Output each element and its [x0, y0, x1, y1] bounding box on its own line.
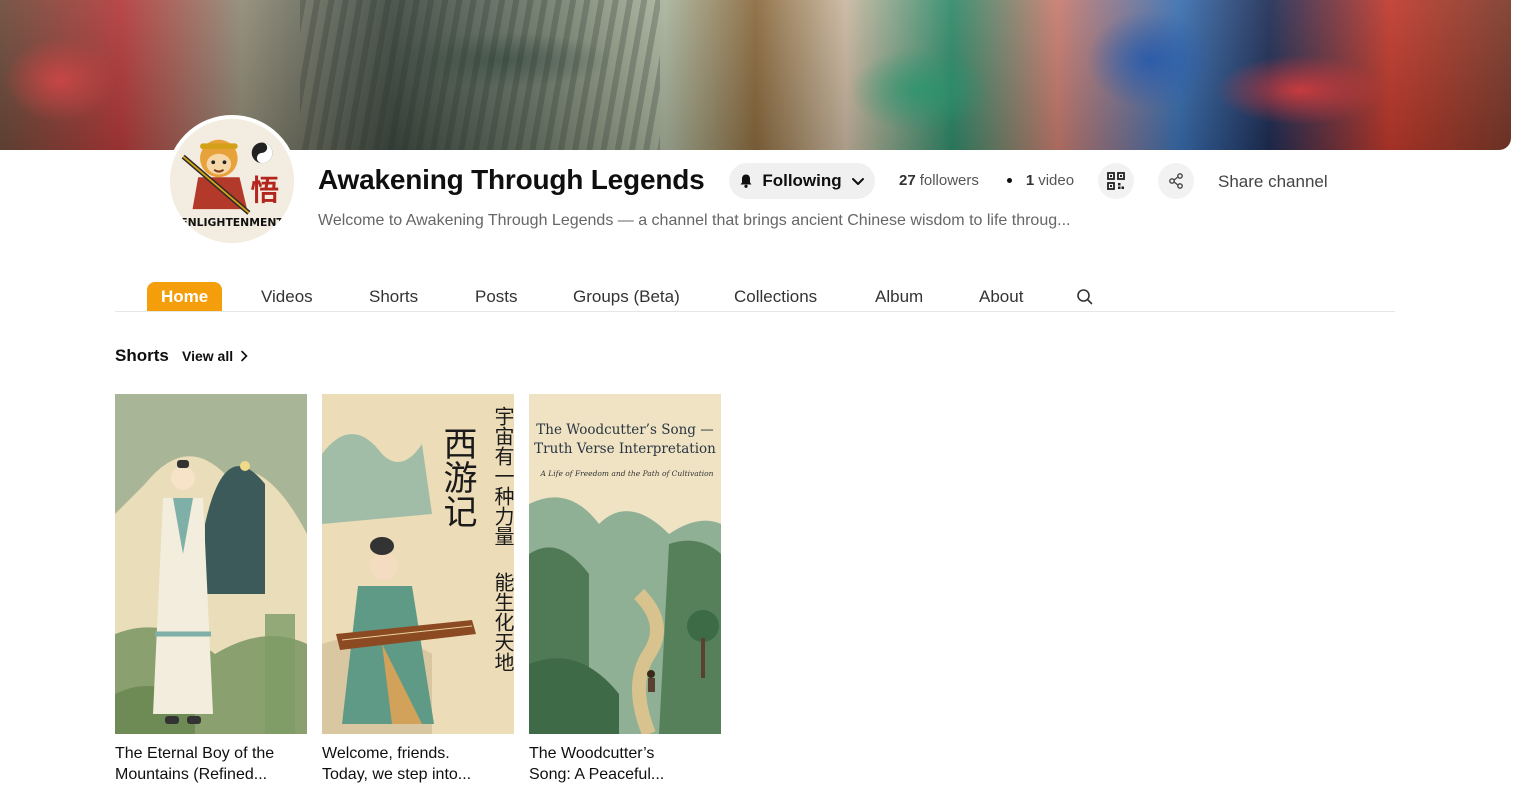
- banner-texture: [300, 0, 660, 150]
- followers-count: 27: [899, 172, 916, 189]
- view-all-link[interactable]: View all: [182, 348, 249, 364]
- channel-avatar[interactable]: 悟 ENLIGHTENMENT: [166, 115, 298, 247]
- tab-posts[interactable]: Posts: [475, 282, 518, 311]
- thumb-verse-text: 宇宙有一种力量: [491, 406, 514, 546]
- channel-stats: 27 followers 1 video: [899, 172, 1074, 189]
- chevron-down-icon: [851, 178, 864, 185]
- share-button[interactable]: [1158, 163, 1194, 199]
- share-channel-link[interactable]: Share channel: [1218, 172, 1328, 192]
- short-title-line: Mountains (Refined...: [115, 766, 268, 783]
- share-icon: [1169, 173, 1183, 189]
- thumb-title-text: Truth Verse Interpretation: [534, 441, 716, 457]
- thumb-title-text: The Woodcutter’s Song —: [536, 422, 713, 438]
- short-title[interactable]: The Eternal Boy of the Mountains (Refine…: [115, 743, 295, 785]
- following-label: Following: [762, 171, 842, 190]
- shorts-section-title: Shorts: [115, 346, 169, 365]
- tab-collections[interactable]: Collections: [734, 282, 817, 311]
- channel-description[interactable]: Welcome to Awakening Through Legends — a…: [318, 212, 1070, 230]
- thumb-subtitle-text: A Life of Freedom and the Path of Cultiv…: [539, 469, 713, 478]
- short-thumbnail[interactable]: 西游记 宇宙有一种力量 能生化天地: [322, 394, 514, 734]
- short-title[interactable]: Welcome, friends. Today, we step into...: [322, 743, 502, 785]
- tab-about[interactable]: About: [979, 282, 1023, 311]
- tab-album[interactable]: Album: [875, 282, 923, 311]
- bell-icon: [740, 174, 752, 188]
- search-icon[interactable]: [1075, 287, 1095, 307]
- following-button[interactable]: Following: [729, 163, 875, 199]
- videos-label: video: [1038, 172, 1075, 189]
- followers-label: followers: [919, 172, 979, 189]
- short-thumbnail[interactable]: The Woodcutter’s Song — Truth Verse Inte…: [529, 394, 721, 734]
- tab-groups[interactable]: Groups (Beta): [573, 282, 680, 311]
- short-card[interactable]: The Eternal Boy of the Mountains (Refine…: [115, 394, 307, 785]
- separator-dot: [1006, 178, 1012, 183]
- avatar-glyph: 悟: [251, 174, 279, 207]
- short-title-line: Song: A Peaceful...: [529, 766, 665, 783]
- short-card[interactable]: The Woodcutter’s Song — Truth Verse Inte…: [529, 394, 721, 785]
- view-all-label: View all: [182, 348, 234, 364]
- chevron-right-icon: [241, 350, 248, 362]
- qr-code-button[interactable]: [1098, 163, 1134, 199]
- channel-tabs: Home Videos Shorts Posts Groups (Beta) C…: [115, 282, 1395, 312]
- short-thumbnail[interactable]: [115, 394, 307, 734]
- short-title[interactable]: The Woodcutter’s Song: A Peaceful...: [529, 743, 709, 785]
- short-title-line: Welcome, friends.: [322, 745, 450, 762]
- tab-home[interactable]: Home: [147, 282, 223, 311]
- channel-name: Awakening Through Legends: [318, 164, 705, 195]
- short-title-line: Today, we step into...: [322, 766, 472, 783]
- videos-count: 1: [1025, 172, 1035, 189]
- thumb-verse-text: 能生化天地: [491, 572, 514, 672]
- short-title-line: The Eternal Boy of the: [115, 745, 275, 762]
- short-card[interactable]: 西游记 宇宙有一种力量 能生化天地 Welcome, friends. Toda…: [322, 394, 514, 785]
- tab-shorts[interactable]: Shorts: [369, 282, 418, 311]
- thumb-title-text: 西游记: [437, 426, 477, 528]
- short-title-line: The Woodcutter’s: [529, 745, 655, 762]
- tab-videos[interactable]: Videos: [261, 282, 313, 311]
- qr-code-icon: [1107, 172, 1125, 190]
- avatar-text: ENLIGHTENMENT: [180, 216, 284, 229]
